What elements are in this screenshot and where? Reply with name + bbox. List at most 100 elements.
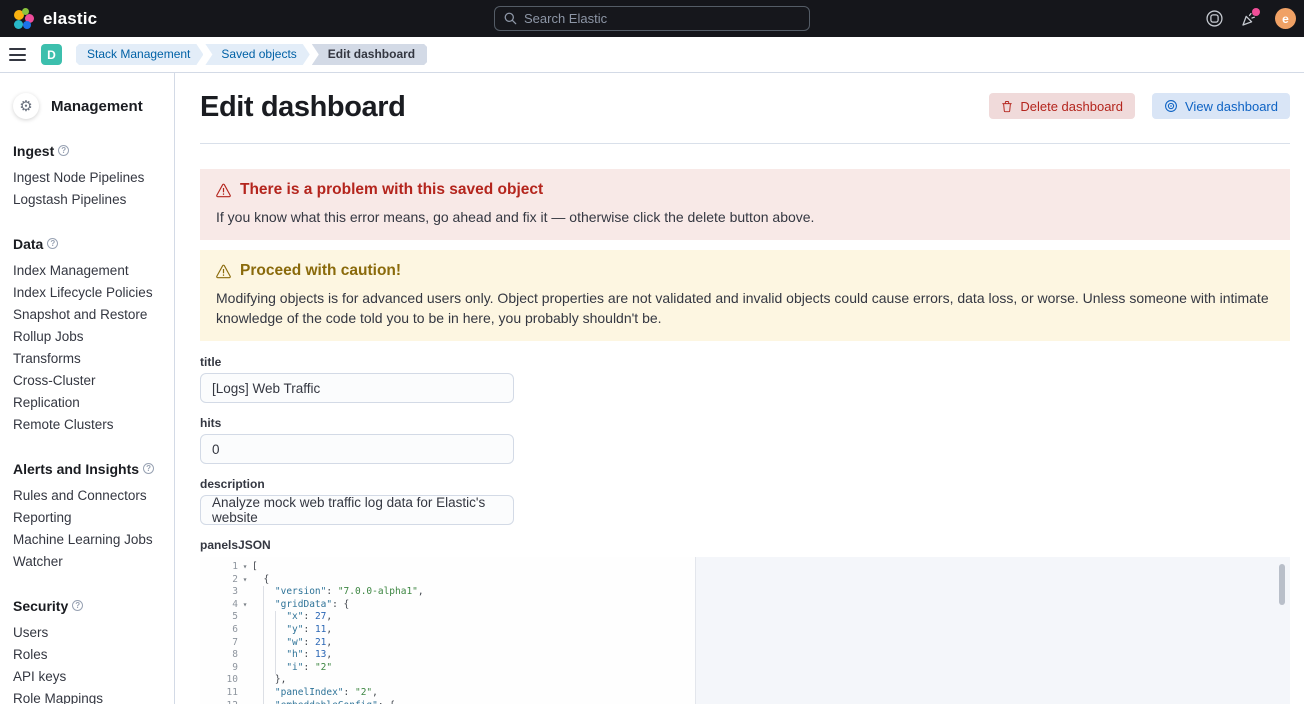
line-number: 11 <box>200 687 238 700</box>
section-help-icon: ? <box>143 463 154 474</box>
fold-spacer <box>238 674 252 687</box>
editor-gutter[interactable]: 1▾ <box>200 561 252 574</box>
sidebar-item-role-mappings[interactable]: Role Mappings <box>13 688 164 704</box>
breadcrumb: Stack ManagementSaved objectsEdit dashbo… <box>76 44 427 65</box>
field-hits: hits 0 <box>200 416 1290 464</box>
nav-heading: Alerts and Insights? <box>13 461 164 477</box>
line-number: 2 <box>200 574 238 587</box>
token: : { <box>378 700 395 704</box>
user-avatar[interactable]: e <box>1275 8 1296 29</box>
sidebar-item-rules-and-connectors[interactable]: Rules and Connectors <box>13 485 164 507</box>
search-input[interactable]: Search Elastic <box>494 6 810 31</box>
indent-guide <box>275 637 286 650</box>
fold-arrow-icon[interactable]: ▾ <box>238 599 252 612</box>
sidebar-item-cross-cluster-replication[interactable]: Cross-Cluster Replication <box>13 370 164 414</box>
fold-arrow-icon[interactable]: ▾ <box>238 574 252 587</box>
fold-spacer <box>238 624 252 637</box>
section-help-icon: ? <box>47 238 58 249</box>
editor-gutter[interactable]: 3 <box>200 586 252 599</box>
sidebar-item-remote-clusters[interactable]: Remote Clusters <box>13 414 164 436</box>
view-dashboard-label: View dashboard <box>1185 99 1278 114</box>
editor-gutter[interactable]: 10 <box>200 674 252 687</box>
token: "gridData" <box>275 599 332 610</box>
sidebar-item-rollup-jobs[interactable]: Rollup Jobs <box>13 326 164 348</box>
fold-arrow-icon[interactable]: ▾ <box>238 700 252 704</box>
sidebar-item-roles[interactable]: Roles <box>13 644 164 666</box>
description-input[interactable]: Analyze mock web traffic log data for El… <box>200 495 514 525</box>
eye-icon <box>1164 99 1178 113</box>
title-input[interactable]: [Logs] Web Traffic <box>200 373 514 403</box>
line-number: 3 <box>200 586 238 599</box>
elastic-logo[interactable]: elastic <box>0 8 97 30</box>
code-text: "version": "7.0.0-alpha1", <box>252 586 424 599</box>
indent-guide <box>252 649 263 662</box>
sidebar-item-index-management[interactable]: Index Management <box>13 260 164 282</box>
sidebar-item-transforms[interactable]: Transforms <box>13 348 164 370</box>
warning-callout-title: Proceed with caution! <box>240 262 401 280</box>
sidebar-item-index-lifecycle-policies[interactable]: Index Lifecycle Policies <box>13 282 164 304</box>
editor-gutter[interactable]: 12▾ <box>200 700 252 704</box>
code-text: [ <box>252 561 258 574</box>
line-number: 8 <box>200 649 238 662</box>
field-title: title[Logs] Web Traffic <box>200 355 1290 403</box>
help-menu-icon[interactable] <box>1205 10 1223 28</box>
indent-guide <box>263 662 274 675</box>
sidebar-item-watcher[interactable]: Watcher <box>13 551 164 573</box>
indent-guide <box>263 687 274 700</box>
delete-dashboard-button[interactable]: Delete dashboard <box>989 93 1135 119</box>
indent-guide <box>263 586 274 599</box>
indent-guide <box>252 662 263 675</box>
indent-guide <box>275 649 286 662</box>
editor-gutter[interactable]: 7 <box>200 637 252 650</box>
code-text: "panelIndex": "2", <box>252 687 378 700</box>
code-text: { <box>252 574 269 587</box>
menu-hamburger-icon[interactable] <box>9 48 26 61</box>
line-number: 4 <box>200 599 238 612</box>
header-divider <box>200 143 1290 144</box>
editor-line: 1▾[ <box>200 561 1290 574</box>
token: , <box>326 611 332 622</box>
token: "x" <box>286 611 303 622</box>
warning-callout-body: Modifying objects is for advanced users … <box>216 288 1274 328</box>
sidebar-item-reporting[interactable]: Reporting <box>13 507 164 529</box>
logo-text: elastic <box>43 9 97 29</box>
sidebar-item-ingest-node-pipelines[interactable]: Ingest Node Pipelines <box>13 167 164 189</box>
breadcrumb-item-stack-management[interactable]: Stack Management <box>76 44 203 65</box>
sidebar-item-api-keys[interactable]: API keys <box>13 666 164 688</box>
editor-gutter[interactable]: 8 <box>200 649 252 662</box>
hits-label: hits <box>200 416 1290 430</box>
panels-json-editor[interactable]: 1▾[2▾{3"version": "7.0.0-alpha1",4▾"grid… <box>200 557 1290 704</box>
code-text: }, <box>252 674 286 687</box>
line-number: 10 <box>200 674 238 687</box>
newsfeed-icon[interactable] <box>1240 10 1258 28</box>
sidebar-item-users[interactable]: Users <box>13 622 164 644</box>
sidebar-item-logstash-pipelines[interactable]: Logstash Pipelines <box>13 189 164 211</box>
editor-scrollbar[interactable] <box>1279 564 1285 605</box>
fold-spacer <box>238 687 252 700</box>
hits-input[interactable]: 0 <box>200 434 514 464</box>
token: : <box>344 687 355 698</box>
search-placeholder: Search Elastic <box>524 11 607 26</box>
indent-guide <box>263 674 274 687</box>
token: : { <box>332 599 349 610</box>
token: 27 <box>315 611 326 622</box>
sidebar-item-machine-learning-jobs[interactable]: Machine Learning Jobs <box>13 529 164 551</box>
token: [ <box>252 561 258 572</box>
editor-gutter[interactable]: 2▾ <box>200 574 252 587</box>
sidebar-item-snapshot-and-restore[interactable]: Snapshot and Restore <box>13 304 164 326</box>
line-number: 7 <box>200 637 238 650</box>
space-badge[interactable]: D <box>41 44 62 65</box>
editor-gutter[interactable]: 5 <box>200 611 252 624</box>
breadcrumb-item-saved-objects[interactable]: Saved objects <box>205 44 309 65</box>
editor-gutter[interactable]: 4▾ <box>200 599 252 612</box>
editor-line: 11 "panelIndex": "2", <box>200 687 1290 700</box>
view-dashboard-button[interactable]: View dashboard <box>1152 93 1290 119</box>
fold-spacer <box>238 586 252 599</box>
indent-guide <box>252 611 263 624</box>
editor-gutter[interactable]: 11 <box>200 687 252 700</box>
indent-guide <box>252 687 263 700</box>
editor-gutter[interactable]: 9 <box>200 662 252 675</box>
description-label: description <box>200 477 1290 491</box>
fold-arrow-icon[interactable]: ▾ <box>238 561 252 574</box>
editor-gutter[interactable]: 6 <box>200 624 252 637</box>
